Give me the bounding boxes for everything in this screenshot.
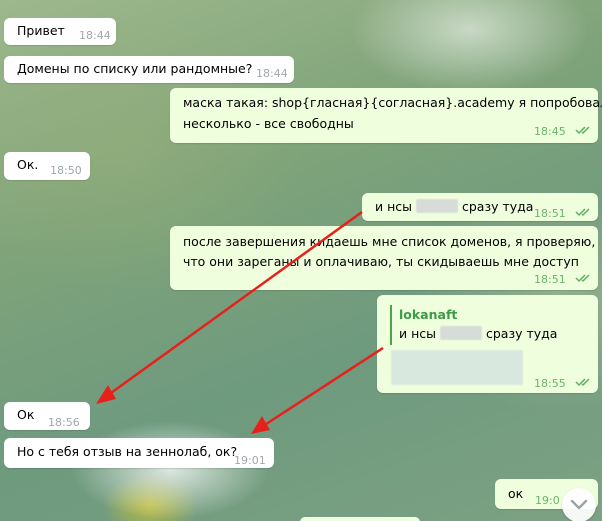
- message-text: ок: [508, 486, 524, 501]
- message-text: что они зареганы и оплачиваю, ты скидыва…: [183, 254, 579, 269]
- message-time: 18:44: [79, 29, 111, 42]
- message-text-start: и нсы: [375, 199, 413, 214]
- annotation-arrowhead: [251, 416, 270, 434]
- message-time: 19:0: [535, 494, 560, 507]
- outgoing-message: маска такая: shop{гласная}{согласная}.ac…: [170, 88, 602, 143]
- message-text: Ок: [17, 407, 35, 422]
- message-time: 18:55: [534, 377, 566, 390]
- message-text: после завершения кидаешь мне список доме…: [183, 234, 596, 249]
- redacted-text: [440, 326, 482, 340]
- redacted-text: [416, 199, 458, 213]
- incoming-message: Домены по списку или рандомные? 18:44: [4, 56, 294, 83]
- incoming-message: Ок 18:56: [4, 402, 90, 430]
- message-text: Привет: [17, 23, 65, 38]
- message-text-start: и нсы: [399, 326, 437, 341]
- chat-area: Привет 18:44 Домены по списку или рандом…: [0, 0, 602, 521]
- scroll-to-bottom-button[interactable]: [562, 488, 596, 521]
- message-text: Домены по списку или рандомные?: [17, 61, 253, 76]
- incoming-message: Привет 18:44: [4, 18, 116, 45]
- message-text: маска такая: shop{гласная}{согласная}.ac…: [183, 95, 602, 110]
- annotation-arrowhead: [96, 385, 116, 404]
- reply-quote-text: и нсы сразу туда: [399, 325, 557, 343]
- message-time: 18:44: [256, 67, 288, 80]
- redacted-block: [391, 350, 523, 385]
- incoming-message: Но с тебя отзыв на зеннолаб, ок? 19:01: [4, 438, 274, 468]
- double-check-icon: [575, 274, 590, 283]
- message-text: Ок.: [17, 157, 39, 172]
- message-time: 18:56: [48, 416, 80, 429]
- message-text: несколько - все свободны: [183, 116, 354, 131]
- outgoing-message: и нсы сразу туда 18:51: [362, 193, 598, 221]
- reply-bar: [390, 305, 392, 345]
- reply-author[interactable]: lokanaft: [399, 306, 457, 324]
- double-check-icon: [575, 378, 590, 387]
- double-check-icon: [575, 126, 590, 135]
- message-time: 18:51: [534, 273, 566, 286]
- message-text: и нсы сразу туда: [375, 198, 533, 216]
- message-time: 18:50: [50, 164, 82, 177]
- annotation-arrow: [259, 346, 384, 430]
- message-time: 18:51: [534, 207, 566, 220]
- outgoing-reply-message: lokanaft и нсы сразу туда 18:55: [377, 295, 598, 393]
- message-time: 18:45: [534, 125, 566, 138]
- message-text-end: сразу туда: [485, 326, 558, 341]
- double-check-icon: [575, 208, 590, 217]
- message-time: 19:01: [234, 454, 266, 467]
- message-text: Но с тебя отзыв на зеннолаб, ок?: [17, 444, 238, 459]
- outgoing-message: после завершения кидаешь мне список доме…: [170, 226, 598, 290]
- incoming-message: Ок. 18:50: [4, 152, 90, 180]
- outgoing-message-partial: [300, 517, 420, 521]
- message-text-end: сразу туда: [461, 199, 534, 214]
- chevron-down-icon: [570, 499, 588, 510]
